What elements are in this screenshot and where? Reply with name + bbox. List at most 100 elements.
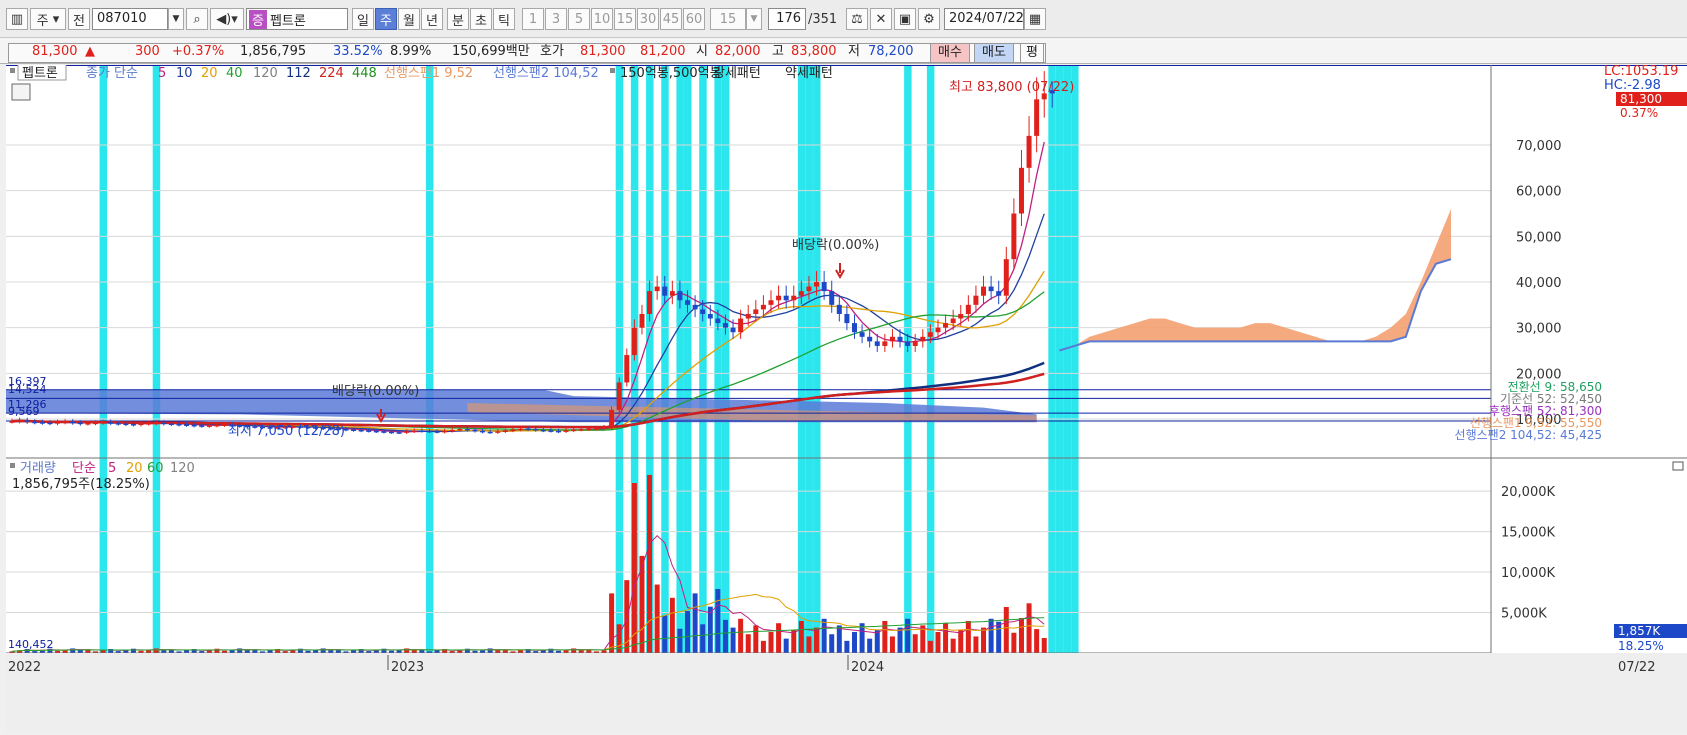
period-second[interactable]: 초 — [470, 8, 492, 30]
candle-body — [578, 429, 584, 431]
candle-body — [480, 430, 486, 433]
volume-bar — [806, 636, 812, 653]
candle-body — [9, 421, 15, 423]
period-month[interactable]: 월 — [398, 8, 420, 30]
prev-button[interactable]: 전 — [68, 8, 90, 30]
candle-body — [502, 430, 508, 432]
stock-name-field[interactable]: 증 펩트론 — [246, 8, 348, 30]
candle-body — [77, 422, 83, 425]
pattern-band — [615, 65, 624, 653]
chart-area: 펩트론 종가 단순 5 10 20 40 120 112 224 448 선행스… — [6, 63, 1687, 732]
interval-input[interactable]: 15 — [710, 8, 746, 30]
candle-body — [798, 291, 804, 296]
candle-tool-icon[interactable]: ⚖ — [846, 8, 868, 30]
volume-legend-marker-icon — [10, 463, 15, 468]
sell-button[interactable]: 매도 — [974, 43, 1014, 63]
volume-tag: 1,857K — [1618, 624, 1661, 638]
period-week[interactable]: 주 — [375, 8, 397, 30]
candle-body — [540, 429, 546, 432]
candle-body — [17, 420, 23, 422]
candle-body — [381, 431, 387, 433]
volume-tick-20000k: 20,000K — [1501, 485, 1555, 500]
volume-ma-20: 20 — [126, 461, 143, 476]
interval-60[interactable]: 60 — [683, 8, 705, 30]
buy-button[interactable]: 매수 — [930, 43, 970, 63]
candle-body — [586, 428, 592, 431]
draw-tool-icon[interactable]: ✕ — [870, 8, 892, 30]
candle-body — [851, 323, 857, 333]
grid-toggle-icon[interactable] — [11, 83, 31, 101]
price-tick-60000: 60,000 — [1516, 185, 1562, 200]
volume-bar — [715, 588, 721, 653]
candle-body — [555, 430, 561, 433]
candle-body — [791, 295, 797, 301]
candle-body — [1018, 167, 1024, 214]
legend-ma-prefix: 종가 단순 — [86, 66, 138, 81]
avg-button[interactable]: 평 — [1020, 43, 1044, 63]
turnover-pct: 33.52% — [333, 44, 383, 59]
mode-select[interactable]: 주 ▾ — [30, 8, 66, 30]
candle-body — [123, 423, 129, 426]
sound-icon[interactable]: ◀)▾ — [210, 8, 244, 30]
candle-body — [184, 424, 190, 426]
volume-tick-5000k: 5,000K — [1501, 607, 1547, 622]
candle-body — [836, 304, 842, 314]
legend-marker-icon — [10, 68, 15, 73]
volume-bar — [776, 623, 782, 653]
gear-icon[interactable]: ⚙ — [918, 8, 940, 30]
layout-icon[interactable]: ▥ — [6, 8, 28, 30]
candle-body — [571, 429, 577, 432]
close-panel-icon[interactable] — [1672, 461, 1684, 471]
pattern-band — [721, 65, 730, 653]
stock-tag: 증 — [249, 9, 267, 29]
candle-body — [199, 425, 205, 427]
date-input[interactable]: 2024/07/22 — [944, 8, 1024, 30]
candle-body — [62, 421, 68, 424]
code-dropdown-icon[interactable]: ▼ — [168, 8, 184, 30]
volume-bar — [927, 640, 933, 653]
legend-span2: 선행스팬2 104,52 — [493, 65, 599, 81]
interval-15[interactable]: 15 — [614, 8, 636, 30]
interval-5[interactable]: 5 — [568, 8, 590, 30]
search-icon[interactable]: ⌕ — [186, 8, 208, 30]
period-minute[interactable]: 분 — [447, 8, 469, 30]
volume-bar — [935, 632, 941, 653]
legend-name: 펩트론 — [22, 66, 58, 81]
candle-body — [214, 424, 220, 427]
price-tick-50000: 50,000 — [1516, 230, 1562, 245]
save-icon[interactable]: ▣ — [894, 8, 916, 30]
period-day[interactable]: 일 — [352, 8, 374, 30]
candle-body — [821, 282, 827, 292]
candle-body — [912, 341, 918, 346]
calendar-icon[interactable]: ▦ — [1024, 8, 1046, 30]
pattern-band — [1071, 65, 1079, 653]
candle-body — [457, 429, 463, 431]
interval-dropdown-icon[interactable]: ▼ — [746, 8, 762, 30]
interval-10[interactable]: 10 — [591, 8, 613, 30]
volume-bar — [844, 640, 850, 653]
interval-45[interactable]: 45 — [660, 8, 682, 30]
volume-bar — [707, 606, 713, 653]
candle-body — [146, 423, 152, 425]
candle-body — [988, 286, 994, 292]
code-input[interactable]: 087010 — [92, 8, 168, 30]
period-tick[interactable]: 틱 — [493, 8, 515, 30]
interval-30[interactable]: 30 — [637, 8, 659, 30]
interval-1[interactable]: 1 — [522, 8, 544, 30]
volume-bar — [647, 474, 653, 653]
candle-body — [631, 327, 637, 356]
ask-price: 81,300 — [580, 44, 626, 59]
period-year[interactable]: 년 — [421, 8, 443, 30]
volume-bar — [745, 634, 751, 653]
price-tick-30000: 30,000 — [1516, 322, 1562, 337]
candle-body — [358, 429, 364, 432]
candle-body — [32, 421, 38, 424]
candle-body — [927, 332, 933, 337]
candle-body — [85, 423, 91, 425]
interval-3[interactable]: 3 — [545, 8, 567, 30]
count-input[interactable]: 176 — [768, 8, 806, 30]
candle-body — [206, 425, 212, 427]
pattern-band — [813, 65, 821, 653]
price-tick-40000: 40,000 — [1516, 276, 1562, 291]
toolbar: ▥ 주 ▾ 전 087010 ▼ ⌕ ◀)▾ 증 펩트론 일 주 월 년 분 초… — [0, 0, 1687, 38]
